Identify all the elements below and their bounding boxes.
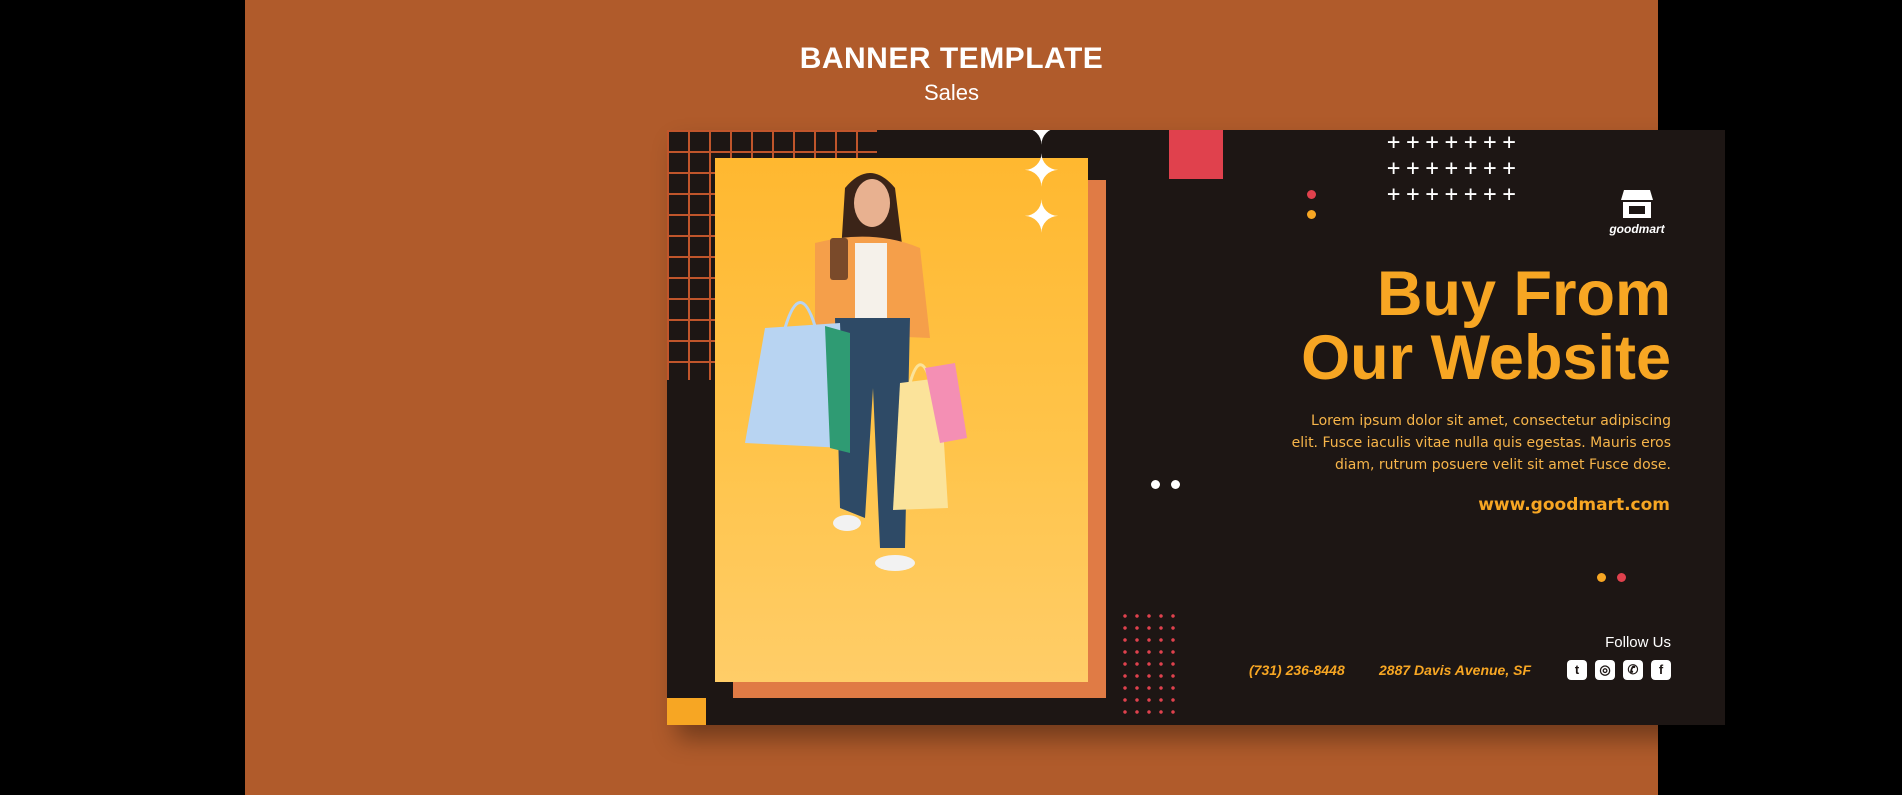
banner: ✦ ✦ ✦ +++++++++++++++++++++ goodmart Buy…	[667, 130, 1725, 725]
dot	[1617, 573, 1626, 582]
body-line: elit. Fusce iaculis vitae nulla quis ege…	[1291, 435, 1671, 451]
facebook-icon[interactable]: f	[1651, 660, 1671, 680]
whatsapp-icon[interactable]: ✆	[1623, 660, 1643, 680]
dot-grid-pattern	[1119, 610, 1181, 722]
brand-name: goodmart	[1609, 222, 1665, 236]
template-title: BANNER TEMPLATE	[799, 42, 1104, 75]
red-square	[1169, 130, 1223, 179]
dot	[1307, 210, 1316, 219]
body-line: diam, rutrum posuere velit sit amet Fusc…	[1334, 457, 1671, 473]
corner-square	[667, 698, 706, 725]
follow-label: Follow Us	[1605, 634, 1671, 651]
store-icon	[1621, 190, 1653, 218]
body-line: Lorem ipsum dolor sit amet, consectetur …	[1311, 413, 1671, 429]
dot	[1151, 480, 1160, 489]
social-links: t ◎ ✆ f	[1567, 660, 1671, 680]
dot	[1171, 480, 1180, 489]
dot	[1597, 573, 1606, 582]
address: 2887 Davis Avenue, SF	[1379, 662, 1532, 678]
sparkle-icon: ✦	[1023, 146, 1060, 197]
twitter-icon[interactable]: t	[1567, 660, 1587, 680]
instagram-icon[interactable]: ◎	[1595, 660, 1615, 680]
dot	[1307, 190, 1316, 199]
canvas: BANNER TEMPLATE Sales ✦ ✦ +++++++ ++++++…	[245, 0, 1725, 795]
phone-number[interactable]: (731) 236-8448	[1249, 662, 1345, 678]
plus-pattern: +++++++ +++++++ +++++++	[1387, 130, 1522, 207]
template-subtitle: Sales	[923, 80, 980, 105]
brand-logo[interactable]: goodmart	[1597, 188, 1677, 236]
headline: Buy From Our Website	[1301, 262, 1671, 390]
body-text: Lorem ipsum dolor sit amet, consectetur …	[1251, 410, 1671, 476]
headline-line: Buy From	[1376, 259, 1671, 329]
headline-line: Our Website	[1301, 323, 1671, 393]
website-link[interactable]: www.goodmart.com	[1478, 495, 1670, 515]
sparkle-icon: ✦	[1023, 192, 1060, 243]
